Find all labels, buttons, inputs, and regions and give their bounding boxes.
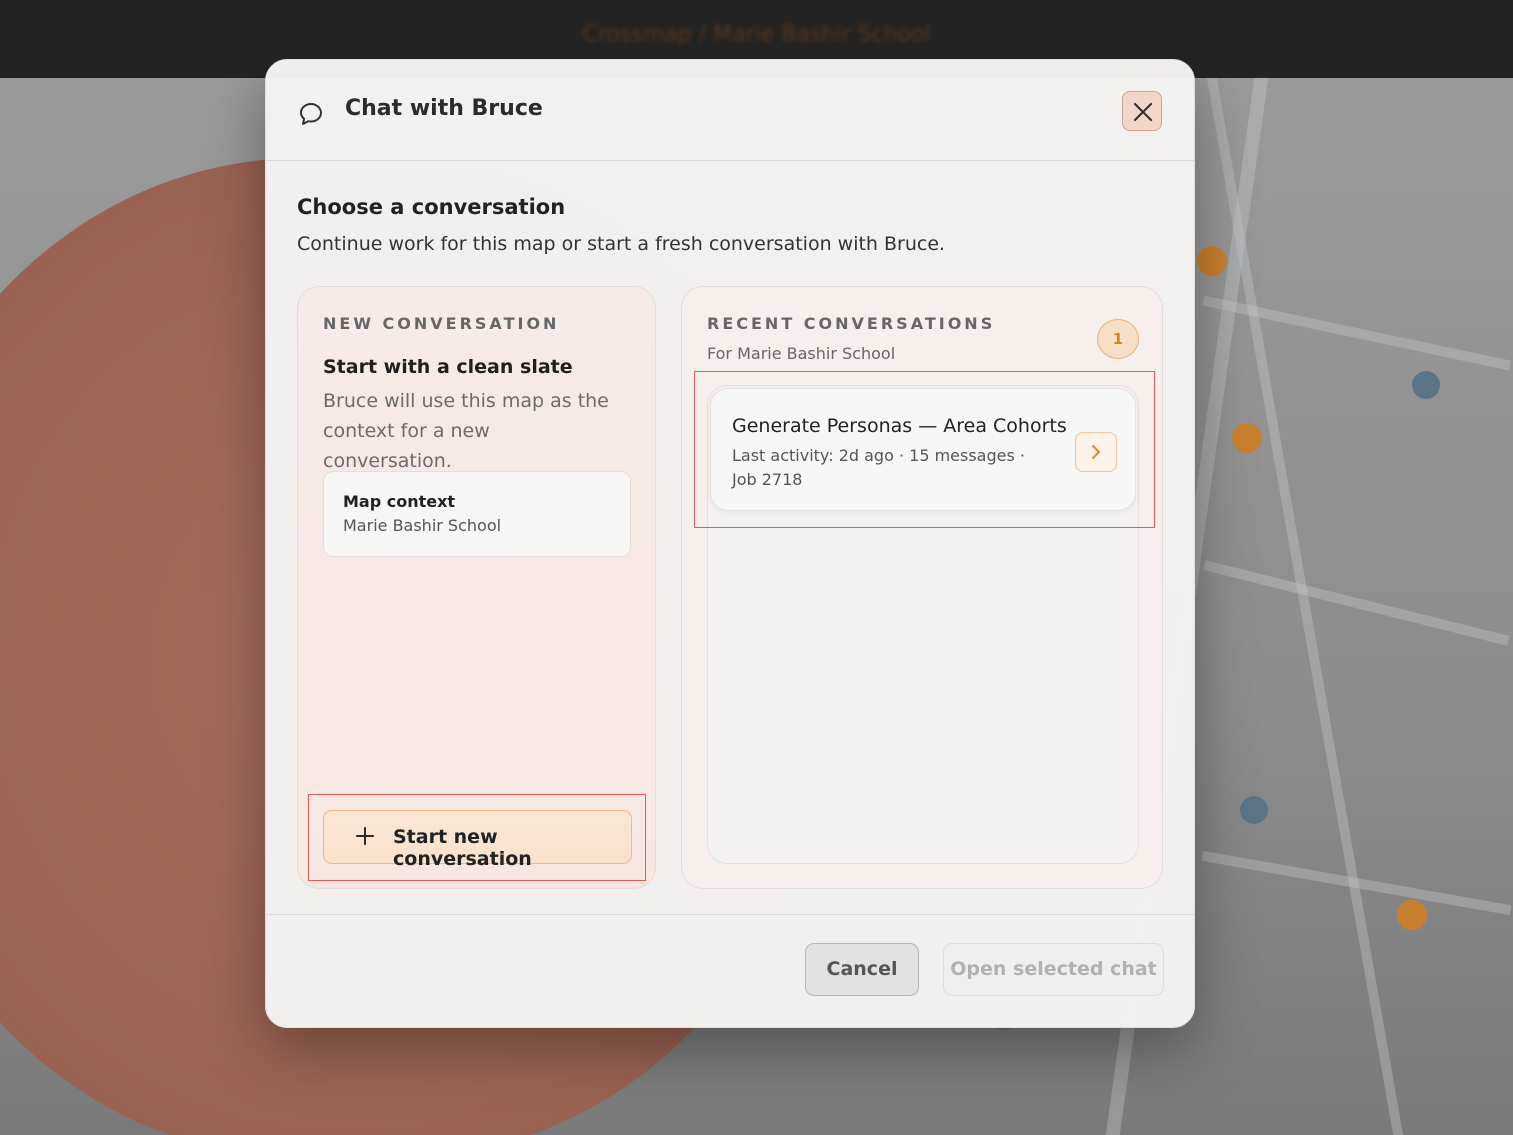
close-icon: [1133, 102, 1153, 122]
recent-conversations-kicker: RECENT CONVERSATIONS: [707, 314, 996, 333]
chat-dialog: Chat with Bruce Choose a conversation Co…: [265, 59, 1195, 1028]
cancel-button[interactable]: Cancel: [805, 943, 919, 996]
dialog-footer: Cancel Open selected chat: [266, 914, 1194, 1027]
dialog-heading: Choose a conversation: [297, 195, 566, 219]
dialog-title: Chat with Bruce: [345, 96, 543, 121]
map-marker: [1197, 246, 1227, 276]
new-conversation-kicker: NEW CONVERSATION: [323, 314, 560, 333]
map-marker: [1412, 371, 1440, 399]
app-title: Crossmap / Marie Bashir School: [582, 22, 931, 47]
map-road: [1202, 295, 1511, 371]
map-marker: [1240, 796, 1268, 824]
new-conversation-description: Bruce will use this map as the context f…: [323, 390, 609, 472]
dialog-header: Chat with Bruce: [266, 60, 1194, 161]
map-context-card: Map context Marie Bashir School: [323, 471, 631, 557]
close-button[interactable]: [1122, 91, 1162, 131]
start-button-highlight: [308, 794, 646, 881]
open-selected-chat-button[interactable]: Open selected chat: [943, 943, 1164, 996]
map-road: [1203, 560, 1510, 646]
chat-bubble-icon: [298, 101, 324, 127]
conversation-count-badge: 1: [1097, 319, 1139, 359]
dialog-description: Continue work for this map or start a fr…: [297, 233, 946, 255]
map-marker: [1397, 900, 1427, 930]
map-marker: [1232, 423, 1262, 453]
map-context-value: Marie Bashir School: [343, 516, 502, 535]
recent-conversations-subtitle: For Marie Bashir School: [707, 344, 896, 363]
new-conversation-title: Start with a clean slate: [323, 356, 573, 378]
conversation-highlight: [694, 371, 1155, 528]
map-context-label: Map context: [343, 492, 456, 511]
